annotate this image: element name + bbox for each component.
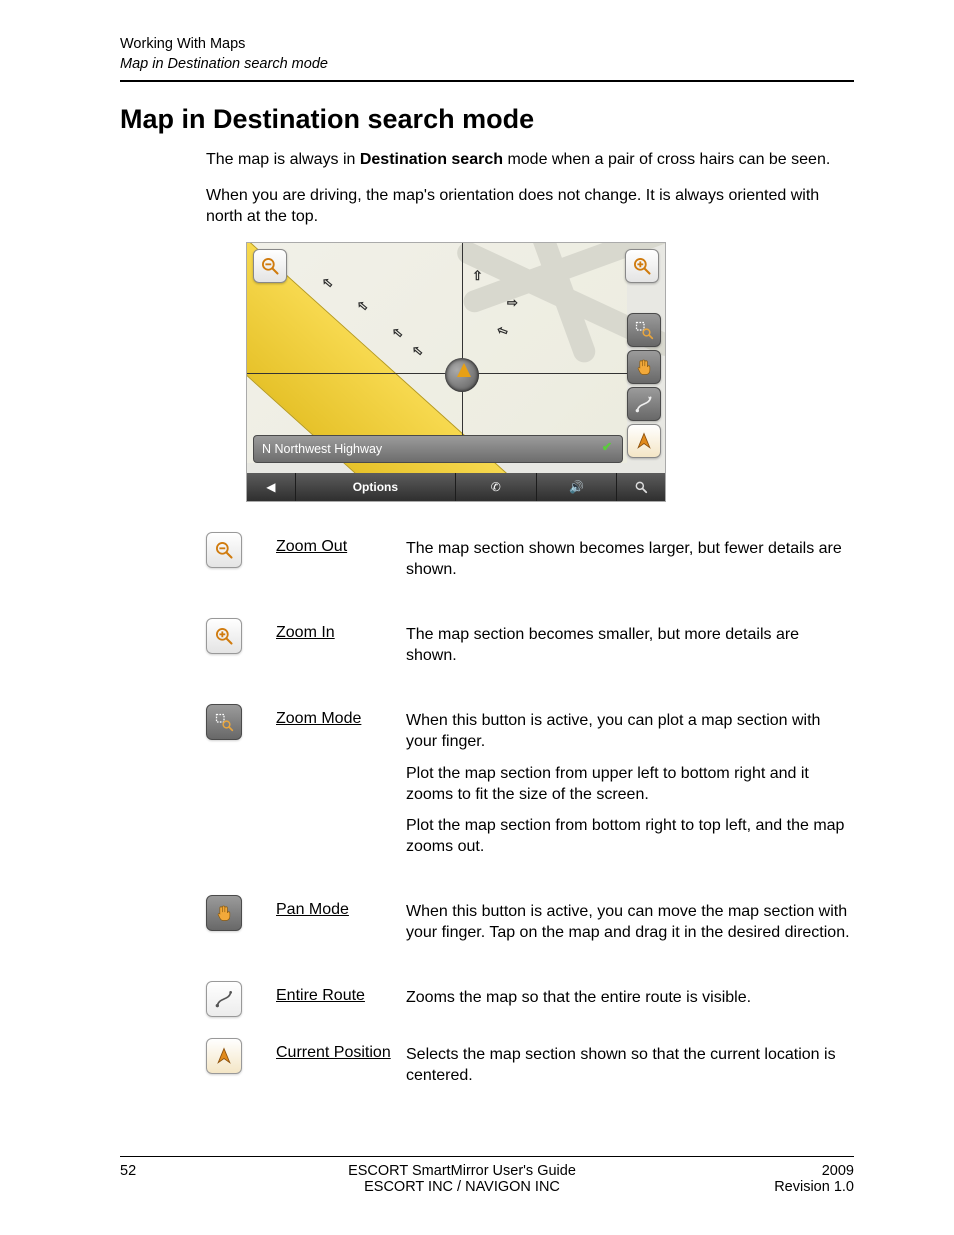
current-position-icon-cell	[206, 1038, 242, 1074]
position-icon	[634, 431, 654, 451]
hand-icon	[214, 903, 234, 923]
phone-button[interactable]: ✆	[456, 473, 537, 501]
intro-text: The map is always in Destination search …	[206, 149, 854, 228]
route-icon	[214, 989, 234, 1009]
direction-arrow-icon: ⇦	[318, 273, 337, 292]
phone-icon: ✆	[491, 480, 501, 494]
page-footer: 52 ESCORT SmartMirror User's Guide ESCOR…	[120, 1156, 854, 1195]
confirm-check-icon[interactable]: ✔	[597, 439, 617, 459]
select-zoom-icon	[634, 320, 654, 340]
crosshair-horizontal	[247, 373, 627, 374]
select-zoom-icon	[214, 712, 234, 732]
back-button[interactable]: ◀	[247, 473, 296, 501]
entire-route-desc: Zooms the map so that the entire route i…	[406, 979, 854, 1018]
current-position-button[interactable]	[627, 424, 661, 458]
zoom-mode-desc: When this button is active, you can plot…	[406, 702, 854, 867]
footer-right: 2009 Revision 1.0	[744, 1163, 854, 1195]
zoom-out-desc: The map section shown becomes larger, bu…	[406, 530, 854, 590]
entire-route-icon-cell	[206, 981, 242, 1017]
zoom-out-button[interactable]	[253, 249, 287, 283]
zoom-in-icon	[632, 256, 652, 276]
pan-mode-desc: When this button is active, you can move…	[406, 893, 854, 953]
footer-center: ESCORT SmartMirror User's Guide ESCORT I…	[180, 1163, 744, 1195]
zoom-in-icon-cell	[206, 618, 242, 654]
position-icon	[214, 1046, 234, 1066]
running-header: Working With Maps Map in Destination sea…	[120, 35, 854, 82]
map-canvas[interactable]: ⇦ ⇦ ⇦ ⇦ ⇧ ⇨ ⇦	[247, 243, 627, 463]
map-screenshot-figure: ⇦ ⇦ ⇦ ⇦ ⇧ ⇨ ⇦	[246, 242, 854, 502]
direction-arrow-icon: ⇨	[507, 295, 518, 311]
zoom-in-button[interactable]	[625, 249, 659, 283]
zoom-in-label: Zoom In	[276, 616, 406, 676]
position-arrow-icon	[457, 363, 471, 377]
pan-mode-icon-cell	[206, 895, 242, 931]
magnifier-icon	[634, 480, 648, 494]
current-position-desc: Selects the map section shown so that th…	[406, 1036, 854, 1096]
pan-mode-button[interactable]	[627, 350, 661, 384]
direction-arrow-icon: ⇧	[472, 268, 483, 284]
triangle-left-icon: ◀	[266, 480, 275, 494]
entire-route-label: Entire Route	[276, 979, 406, 1018]
current-position-label: Current Position	[276, 1036, 406, 1096]
zoom-out-label: Zoom Out	[276, 530, 406, 590]
volume-button[interactable]: 🔊	[537, 473, 618, 501]
options-label: Options	[353, 480, 398, 494]
zoom-mode-label: Zoom Mode	[276, 702, 406, 867]
zoom-out-icon	[260, 256, 280, 276]
direction-arrow-icon: ⇦	[388, 323, 407, 342]
feature-definitions: Zoom Out The map section shown becomes l…	[206, 530, 854, 1097]
street-name-text: N Northwest Highway	[262, 442, 382, 456]
hand-icon	[634, 357, 654, 377]
direction-arrow-icon: ⇦	[495, 322, 511, 341]
direction-arrow-icon: ⇦	[408, 341, 427, 360]
page-number: 52	[120, 1163, 180, 1195]
search-button[interactable]	[617, 473, 665, 501]
section-title: Map in Destination search mode	[120, 104, 854, 135]
zoom-mode-button[interactable]	[627, 313, 661, 347]
pan-mode-label: Pan Mode	[276, 893, 406, 953]
zoom-out-icon	[214, 540, 234, 560]
document-page: Working With Maps Map in Destination sea…	[0, 0, 954, 1235]
zoom-in-icon	[214, 626, 234, 646]
bottom-toolbar: ◀ Options ✆ 🔊	[247, 473, 665, 501]
crosshair-vertical	[462, 243, 463, 463]
options-button[interactable]: Options	[296, 473, 456, 501]
street-name-bar[interactable]: N Northwest Highway ✔	[253, 435, 623, 463]
route-icon	[634, 394, 654, 414]
map-tools-sidebar	[627, 313, 661, 458]
chapter-name: Working With Maps	[120, 35, 854, 55]
section-reference: Map in Destination search mode	[120, 55, 854, 75]
zoom-mode-icon-cell	[206, 704, 242, 740]
speaker-icon: 🔊	[569, 480, 584, 494]
map-screenshot: ⇦ ⇦ ⇦ ⇦ ⇧ ⇨ ⇦	[246, 242, 666, 502]
direction-arrow-icon: ⇦	[353, 296, 372, 315]
zoom-out-icon-cell	[206, 532, 242, 568]
entire-route-button[interactable]	[627, 387, 661, 421]
intro-paragraph-2: When you are driving, the map's orientat…	[206, 185, 854, 228]
intro-paragraph-1: The map is always in Destination search …	[206, 149, 854, 171]
zoom-in-desc: The map section becomes smaller, but mor…	[406, 616, 854, 676]
